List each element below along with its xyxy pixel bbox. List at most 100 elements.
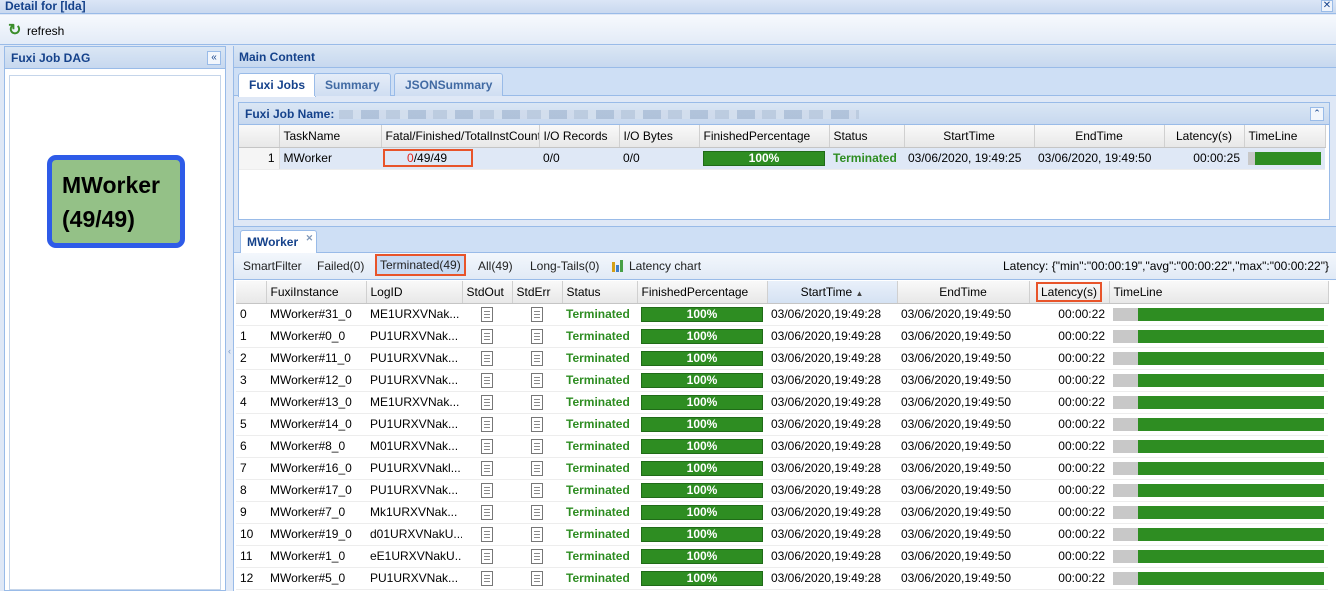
log-id[interactable]: ME1URXVNak... bbox=[366, 391, 462, 414]
table-row[interactable]: 8 MWorker#17_0 PU1URXVNak... Terminated 100%… bbox=[236, 479, 1328, 502]
log-id[interactable]: PU1URXVNak... bbox=[366, 479, 462, 502]
stdout-log-icon[interactable] bbox=[481, 570, 493, 586]
stderr-log-icon[interactable] bbox=[531, 438, 543, 454]
stdout-log-icon[interactable] bbox=[481, 460, 493, 476]
all-filter[interactable]: All(49) bbox=[478, 259, 513, 273]
log-id[interactable]: PU1URXVNak... bbox=[366, 413, 462, 436]
log-id[interactable]: M01URXVNak... bbox=[366, 435, 462, 458]
col-finished-percentage[interactable]: FinishedPercentage bbox=[637, 281, 768, 304]
stderr-log-icon[interactable] bbox=[531, 416, 543, 432]
stdout-cell bbox=[462, 523, 512, 546]
stderr-log-icon[interactable] bbox=[531, 570, 543, 586]
stderr-log-icon[interactable] bbox=[531, 306, 543, 322]
log-id[interactable]: PU1URXVNakl... bbox=[366, 457, 462, 480]
dag-node-mworker[interactable]: MWorker (49/49) bbox=[47, 155, 185, 248]
table-row[interactable]: 0 MWorker#31_0 ME1URXVNak... Terminated 100%… bbox=[236, 303, 1328, 326]
stderr-log-icon[interactable] bbox=[531, 526, 543, 542]
progress-cell: 100% bbox=[637, 303, 767, 326]
stderr-log-icon[interactable] bbox=[531, 482, 543, 498]
stderr-log-icon[interactable] bbox=[531, 504, 543, 520]
col-status[interactable]: Status bbox=[829, 125, 905, 148]
table-row[interactable]: 7 MWorker#16_0 PU1URXVNakl... Terminated 100… bbox=[236, 457, 1328, 480]
stdout-cell bbox=[462, 303, 512, 326]
log-id[interactable]: Mk1URXVNak... bbox=[366, 501, 462, 524]
tab-fuxi-jobs[interactable]: Fuxi Jobs bbox=[238, 73, 317, 97]
tab-summary[interactable]: Summary bbox=[314, 73, 391, 96]
col-endtime[interactable]: EndTime bbox=[897, 281, 1030, 304]
col-timeline[interactable]: TimeLine bbox=[1109, 281, 1329, 304]
timeline-wait bbox=[1113, 417, 1139, 431]
col-io-records[interactable]: I/O Records bbox=[539, 125, 620, 148]
col-io-bytes[interactable]: I/O Bytes bbox=[619, 125, 700, 148]
stdout-log-icon[interactable] bbox=[481, 526, 493, 542]
stderr-log-icon[interactable] bbox=[531, 394, 543, 410]
col-latency[interactable]: Latency(s) bbox=[1164, 125, 1245, 148]
stdout-log-icon[interactable] bbox=[481, 394, 493, 410]
col-status[interactable]: Status bbox=[562, 281, 638, 304]
table-row[interactable]: 10 MWorker#19_0 d01URXVNakU... Terminated 10… bbox=[236, 523, 1328, 546]
col-logid[interactable]: LogID bbox=[366, 281, 463, 304]
timeline-cell bbox=[1109, 391, 1328, 414]
table-row[interactable]: 6 MWorker#8_0 M01URXVNak... Terminated 100% 0… bbox=[236, 435, 1328, 458]
end-time: 03/06/2020, 19:49:50 bbox=[1034, 147, 1164, 170]
col-finished-percentage[interactable]: FinishedPercentage bbox=[699, 125, 830, 148]
col-fatal-finished-total[interactable]: Fatal/Finished/TotalInstCount bbox=[381, 125, 540, 148]
stdout-log-icon[interactable] bbox=[481, 306, 493, 322]
log-id[interactable]: d01URXVNakU... bbox=[366, 523, 462, 546]
table-row[interactable]: 12 MWorker#5_0 PU1URXVNak... Terminated 100%… bbox=[236, 567, 1328, 590]
log-id[interactable]: PU1URXVNak... bbox=[366, 567, 462, 590]
col-stderr[interactable]: StdErr bbox=[512, 281, 563, 304]
col-latency[interactable]: Latency(s) bbox=[1029, 281, 1110, 304]
latency-chart-button[interactable]: Latency chart bbox=[612, 259, 701, 273]
status-text: Terminated bbox=[562, 413, 637, 436]
terminated-filter[interactable]: Terminated(49) bbox=[375, 254, 466, 276]
stdout-log-icon[interactable] bbox=[481, 372, 493, 388]
longtails-filter[interactable]: Long-Tails(0) bbox=[530, 259, 599, 273]
stdout-log-icon[interactable] bbox=[481, 482, 493, 498]
table-row[interactable]: 5 MWorker#14_0 PU1URXVNak... Terminated 100%… bbox=[236, 413, 1328, 436]
job-row[interactable]: 1 MWorker 0/49/49 0/0 0/0 100% Terminate… bbox=[239, 147, 1325, 170]
table-row[interactable]: 9 MWorker#7_0 Mk1URXVNak... Terminated 100% 0… bbox=[236, 501, 1328, 524]
col-taskname[interactable]: TaskName bbox=[279, 125, 382, 148]
log-id[interactable]: ME1URXVNak... bbox=[366, 303, 462, 326]
col-starttime[interactable]: StartTime ▲ bbox=[767, 281, 898, 304]
log-id[interactable]: eE1URXVNakU... bbox=[366, 545, 462, 568]
stdout-log-icon[interactable] bbox=[481, 548, 493, 564]
close-tab-icon[interactable]: ✕ bbox=[306, 233, 314, 244]
col-fuxiinstance[interactable]: FuxiInstance bbox=[266, 281, 367, 304]
failed-filter[interactable]: Failed(0) bbox=[317, 259, 364, 273]
stdout-log-icon[interactable] bbox=[481, 416, 493, 432]
stderr-log-icon[interactable] bbox=[531, 328, 543, 344]
stderr-log-icon[interactable] bbox=[531, 548, 543, 564]
splitter-grip-icon[interactable]: ‹ bbox=[228, 346, 232, 386]
collapse-up-icon[interactable]: ⌃ bbox=[1310, 107, 1324, 121]
log-id[interactable]: PU1URXVNak... bbox=[366, 325, 462, 348]
table-row[interactable]: 2 MWorker#11_0 PU1URXVNak... Terminated 100%… bbox=[236, 347, 1328, 370]
progress-bar: 100% bbox=[641, 460, 763, 476]
table-row[interactable]: 4 MWorker#13_0 ME1URXVNak... Terminated 100%… bbox=[236, 391, 1328, 414]
col-stdout[interactable]: StdOut bbox=[462, 281, 513, 304]
stdout-log-icon[interactable] bbox=[481, 328, 493, 344]
timeline-wait bbox=[1113, 351, 1139, 365]
stderr-log-icon[interactable] bbox=[531, 372, 543, 388]
collapse-left-icon[interactable]: « bbox=[207, 51, 221, 65]
stderr-log-icon[interactable] bbox=[531, 460, 543, 476]
col-starttime[interactable]: StartTime bbox=[904, 125, 1035, 148]
end-time: 03/06/2020,19:49:50 bbox=[897, 523, 1029, 546]
close-icon[interactable]: ✕ bbox=[1321, 0, 1333, 12]
stderr-log-icon[interactable] bbox=[531, 350, 543, 366]
stdout-log-icon[interactable] bbox=[481, 350, 493, 366]
table-row[interactable]: 11 MWorker#1_0 eE1URXVNakU... Terminated 100… bbox=[236, 545, 1328, 568]
stdout-log-icon[interactable] bbox=[481, 438, 493, 454]
refresh-button[interactable]: refresh bbox=[8, 20, 64, 40]
tab-mworker[interactable]: MWorker ✕ bbox=[240, 230, 318, 253]
log-id[interactable]: PU1URXVNak... bbox=[366, 347, 462, 370]
smartfilter-button[interactable]: SmartFilter bbox=[243, 259, 302, 273]
log-id[interactable]: PU1URXVNak... bbox=[366, 369, 462, 392]
stdout-log-icon[interactable] bbox=[481, 504, 493, 520]
table-row[interactable]: 3 MWorker#12_0 PU1URXVNak... Terminated 100%… bbox=[236, 369, 1328, 392]
col-endtime[interactable]: EndTime bbox=[1034, 125, 1165, 148]
table-row[interactable]: 1 MWorker#0_0 PU1URXVNak... Terminated 100% 0… bbox=[236, 325, 1328, 348]
col-timeline[interactable]: TimeLine bbox=[1244, 125, 1326, 148]
tab-jsonsummary[interactable]: JSONSummary bbox=[394, 73, 504, 96]
